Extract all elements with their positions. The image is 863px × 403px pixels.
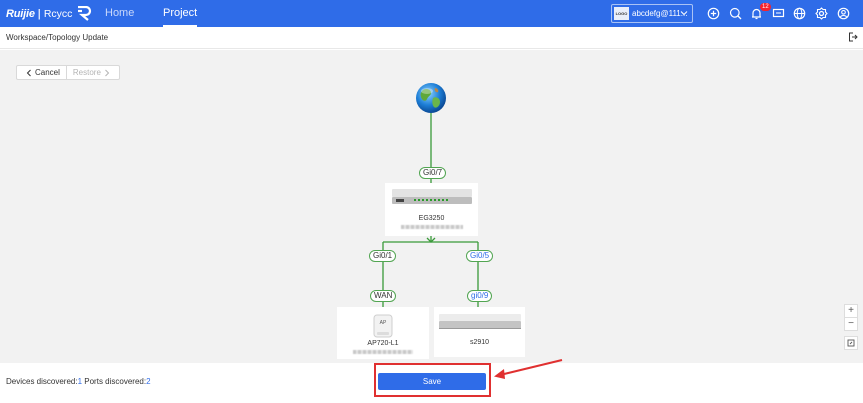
device-switch[interactable]: s2910 [434,307,525,357]
port-gi0-1[interactable]: Gi0/1 [369,250,397,262]
fit-view-button[interactable] [844,336,858,350]
zoom-out-button[interactable]: − [844,317,858,331]
device-gateway[interactable]: EG3250 [385,183,478,236]
device-ap[interactable]: AP AP720-L1 [337,307,429,359]
ports-discovered-count: 2 [146,377,151,386]
port-gi0-9[interactable]: gi0/9 [467,290,493,302]
port-wan[interactable]: WAN [370,290,397,302]
save-button[interactable]: Save [378,373,486,390]
devices-discovered-label: Devices discovered: [6,377,78,386]
switch-name: s2910 [469,339,490,346]
discovery-stats: Devices discovered:1 Ports discovered:2 [6,377,151,386]
annotation-arrow-icon [494,359,563,379]
switch-device-icon [439,314,521,329]
access-point-icon [373,314,393,338]
zoom-in-button[interactable]: + [844,304,858,318]
ap-name: AP720-L1 [367,340,399,347]
ap-serial-blurred [353,350,413,354]
internet-globe-icon[interactable] [415,82,447,114]
gateway-serial-blurred [401,225,463,229]
ap-badge: AP [379,320,387,326]
fit-view-icon [847,339,855,347]
ports-discovered-label: Ports discovered: [82,377,147,386]
link-gateway-branches [382,241,479,316]
port-gi0-7[interactable]: Gi0/7 [419,167,447,179]
port-gi0-5[interactable]: Gi0/5 [466,250,494,262]
gateway-device-icon [392,189,472,204]
gateway-name: EG3250 [418,215,445,222]
